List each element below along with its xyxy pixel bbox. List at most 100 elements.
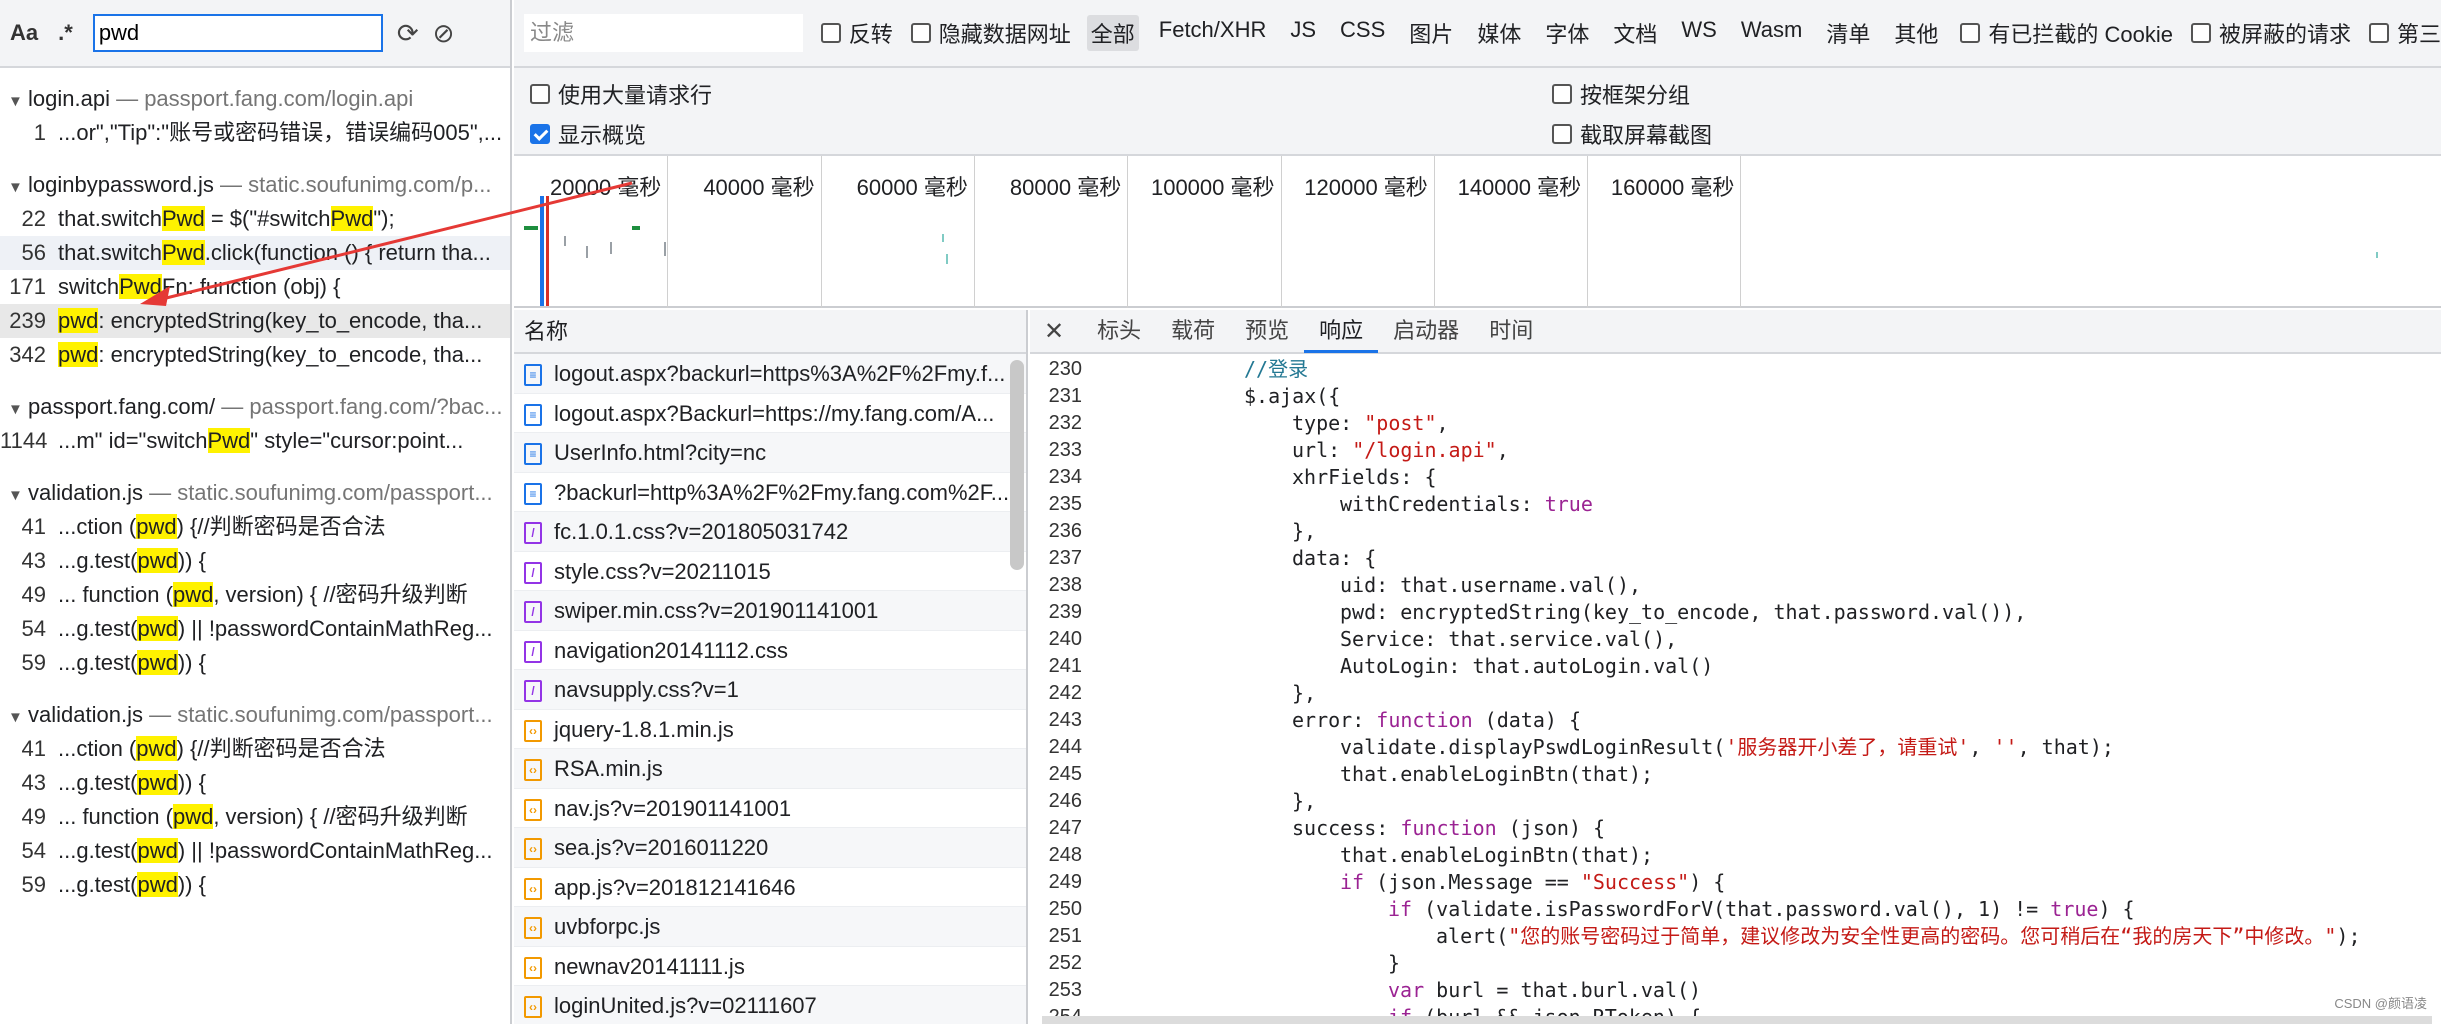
request-row[interactable]: / style.css?v=20211015 — [514, 552, 1026, 591]
expand-triangle-icon[interactable]: ▼ — [8, 393, 28, 424]
type-filter-7[interactable]: 文档 — [1609, 15, 1661, 51]
type-filter-2[interactable]: JS — [1286, 15, 1320, 51]
code-line-number: 238 — [1048, 574, 1082, 596]
third-party-checkbox[interactable]: 第三 — [2368, 17, 2441, 49]
expand-triangle-icon[interactable]: ▼ — [8, 701, 28, 732]
request-row[interactable]: / navigation20141112.css — [514, 631, 1026, 670]
type-filter-1[interactable]: Fetch/XHR — [1155, 15, 1271, 51]
type-filter-9[interactable]: Wasm — [1737, 15, 1807, 51]
request-row[interactable]: ‹› RSA.min.js — [514, 749, 1026, 789]
request-row[interactable]: ‹› loginUnited.js?v=02111607 — [514, 986, 1026, 1024]
result-line[interactable]: 41 ...ction (pwd) {//判断密码是否合法 — [0, 510, 510, 544]
result-line[interactable]: 342 pwd: encryptedString(key_to_encode, t… — [0, 338, 510, 372]
type-filter-5[interactable]: 媒体 — [1473, 15, 1525, 51]
third-party-label: 第三 — [2396, 22, 2441, 47]
code-token: ) { — [2098, 897, 2135, 921]
blocked-requests-box[interactable] — [2190, 23, 2211, 43]
capture-screenshots-checkbox[interactable] — [1552, 124, 1572, 144]
hide-data-urls-box[interactable] — [910, 23, 931, 43]
request-row[interactable]: ≡ logout.aspx?backurl=https%3A%2F%2Fmy.f.… — [514, 354, 1026, 394]
expand-triangle-icon[interactable]: ▼ — [8, 171, 28, 202]
show-overview-checkbox[interactable] — [530, 124, 550, 144]
blocked-requests-checkbox[interactable]: 被屏蔽的请求 — [2190, 17, 2351, 49]
name-column-header[interactable]: 名称 — [514, 310, 1026, 354]
request-row[interactable]: ≡ logout.aspx?Backurl=https://my.fang.com… — [514, 394, 1026, 433]
result-file-header[interactable]: ▼ validation.js — static.soufunimg.com/pa… — [0, 476, 510, 510]
result-line-number: 43 — [21, 770, 46, 795]
network-lower: 名称 ≡ logout.aspx?backurl=https%3A%2F%2Fmy… — [514, 310, 2441, 1024]
show-overview-option[interactable]: 显示概览 — [530, 118, 646, 150]
result-line[interactable]: 239 pwd: encryptedString(key_to_encode, t… — [0, 304, 510, 338]
filter-input[interactable]: 过滤 — [524, 14, 803, 52]
request-row[interactable]: ‹› newnav20141111.js — [514, 947, 1026, 986]
response-code[interactable]: 230 //登录 231 $.ajax({232 type: "post", 233 url… — [1030, 356, 2441, 1024]
blocked-cookies-checkbox[interactable]: 有已拦截的 Cookie — [1960, 17, 2173, 49]
request-row[interactable]: / navsupply.css?v=1 — [514, 670, 1026, 710]
tab-1[interactable]: 载荷 — [1156, 310, 1230, 353]
request-row[interactable]: / fc.1.0.1.css?v=201805031742 — [514, 512, 1026, 552]
blocked-cookies-box[interactable] — [1960, 23, 1981, 43]
result-line[interactable]: 1 ...or","Tip":"账号或密码错误，错误编码005",... — [0, 116, 510, 150]
result-line[interactable]: 49 ... function (pwd, version) { //密码升级判断 — [0, 800, 510, 834]
tab-2[interactable]: 预览 — [1230, 310, 1304, 353]
request-row[interactable]: ‹› uvbforpc.js — [514, 907, 1026, 947]
result-line[interactable]: 54 ...g.test(pwd) || !passwordContainMath… — [0, 834, 510, 868]
request-row[interactable]: ‹› nav.js?v=201901141001 — [514, 789, 1026, 828]
result-line[interactable]: 22 that.switchPwd = $("#switchPwd"); — [0, 202, 510, 236]
result-line[interactable]: 59 ...g.test(pwd)) { — [0, 868, 510, 902]
result-line[interactable]: 1144 ...m" id="switchPwd" style="cursor:p… — [0, 424, 510, 458]
clear-icon[interactable]: ⊘ — [433, 18, 455, 49]
type-filter-6[interactable]: 字体 — [1541, 15, 1593, 51]
expand-triangle-icon[interactable]: ▼ — [8, 85, 28, 116]
result-file-header[interactable]: ▼ loginbypassword.js — static.soufunimg.c… — [0, 168, 510, 202]
request-row[interactable]: ≡ ?backurl=http%3A%2F%2Fmy.fang.com%2F... — [514, 473, 1026, 512]
refresh-icon[interactable]: ⟳ — [397, 18, 419, 49]
request-row[interactable]: ≡ UserInfo.html?city=nc — [514, 433, 1026, 473]
result-line[interactable]: 56 that.switchPwd.click(function () { ret… — [0, 236, 510, 270]
capture-screenshots-option[interactable]: 截取屏幕截图 — [1552, 118, 1712, 150]
third-party-box[interactable] — [2368, 23, 2389, 43]
result-line[interactable]: 43 ...g.test(pwd)) { — [0, 544, 510, 578]
tab-4[interactable]: 启动器 — [1378, 310, 1474, 353]
request-list-scrollbar[interactable] — [1010, 360, 1024, 570]
group-by-frame-option[interactable]: 按框架分组 — [1552, 78, 1690, 110]
code-horizontal-scrollbar[interactable] — [1042, 1016, 2432, 1024]
result-line[interactable]: 54 ...g.test(pwd) || !passwordContainMath… — [0, 612, 510, 646]
type-filter-8[interactable]: WS — [1677, 15, 1720, 51]
type-filter-4[interactable]: 图片 — [1405, 15, 1457, 51]
regex-button[interactable]: .* — [58, 20, 73, 46]
type-filter-10[interactable]: 清单 — [1822, 15, 1874, 51]
hide-data-urls-checkbox[interactable]: 隐藏数据网址 — [910, 17, 1071, 49]
overview-timeline[interactable]: 20000 毫秒 40000 毫秒 60000 毫秒 80000 毫秒 100000 毫… — [514, 156, 2441, 308]
request-row[interactable]: / swiper.min.css?v=201901141001 — [514, 591, 1026, 631]
result-line[interactable]: 49 ... function (pwd, version) { //密码升级判断 — [0, 578, 510, 612]
tab-0[interactable]: 标头 — [1082, 310, 1156, 353]
request-row[interactable]: ‹› sea.js?v=2016011220 — [514, 828, 1026, 868]
tab-3[interactable]: 响应 — [1304, 310, 1379, 353]
result-line[interactable]: 171 switchPwdFn: function (obj) { — [0, 270, 510, 304]
request-row[interactable]: ‹› app.js?v=201812141646 — [514, 868, 1026, 907]
type-filter-0[interactable]: 全部 — [1086, 15, 1139, 51]
invert-checkbox[interactable]: 反转 — [820, 17, 893, 49]
result-line[interactable]: 43 ...g.test(pwd)) { — [0, 766, 510, 800]
result-line[interactable]: 59 ...g.test(pwd)) { — [0, 646, 510, 680]
group-by-frame-checkbox[interactable] — [1552, 84, 1572, 104]
type-filter-11[interactable]: 其他 — [1890, 15, 1942, 51]
close-icon[interactable]: ✕ — [1044, 317, 1064, 346]
type-filter-3[interactable]: CSS — [1336, 15, 1389, 51]
search-input[interactable] — [92, 14, 383, 52]
expand-triangle-icon[interactable]: ▼ — [8, 479, 28, 510]
invert-checkbox-box[interactable] — [820, 23, 841, 43]
result-file-header[interactable]: ▼ validation.js — static.soufunimg.com/pa… — [0, 698, 510, 732]
tab-5[interactable]: 时间 — [1474, 310, 1548, 353]
request-row[interactable]: ‹› jquery-1.8.1.min.js — [514, 710, 1026, 749]
result-file-header[interactable]: ▼ login.api — passport.fang.com/login.api — [0, 82, 510, 116]
result-file-header[interactable]: ▼ passport.fang.com/ — passport.fang.com/… — [0, 390, 510, 424]
result-line[interactable]: 41 ...ction (pwd) {//判断密码是否合法 — [0, 732, 510, 766]
large-rows-checkbox[interactable] — [530, 84, 550, 104]
result-text-segment: ...ction ( — [58, 736, 137, 761]
code-token: that.enableLoginBtn(that); — [1340, 843, 1654, 867]
large-rows-option[interactable]: 使用大量请求行 — [530, 78, 712, 110]
code-line-content: //登录 — [1100, 356, 1308, 383]
match-case-button[interactable]: Aa — [10, 20, 38, 46]
